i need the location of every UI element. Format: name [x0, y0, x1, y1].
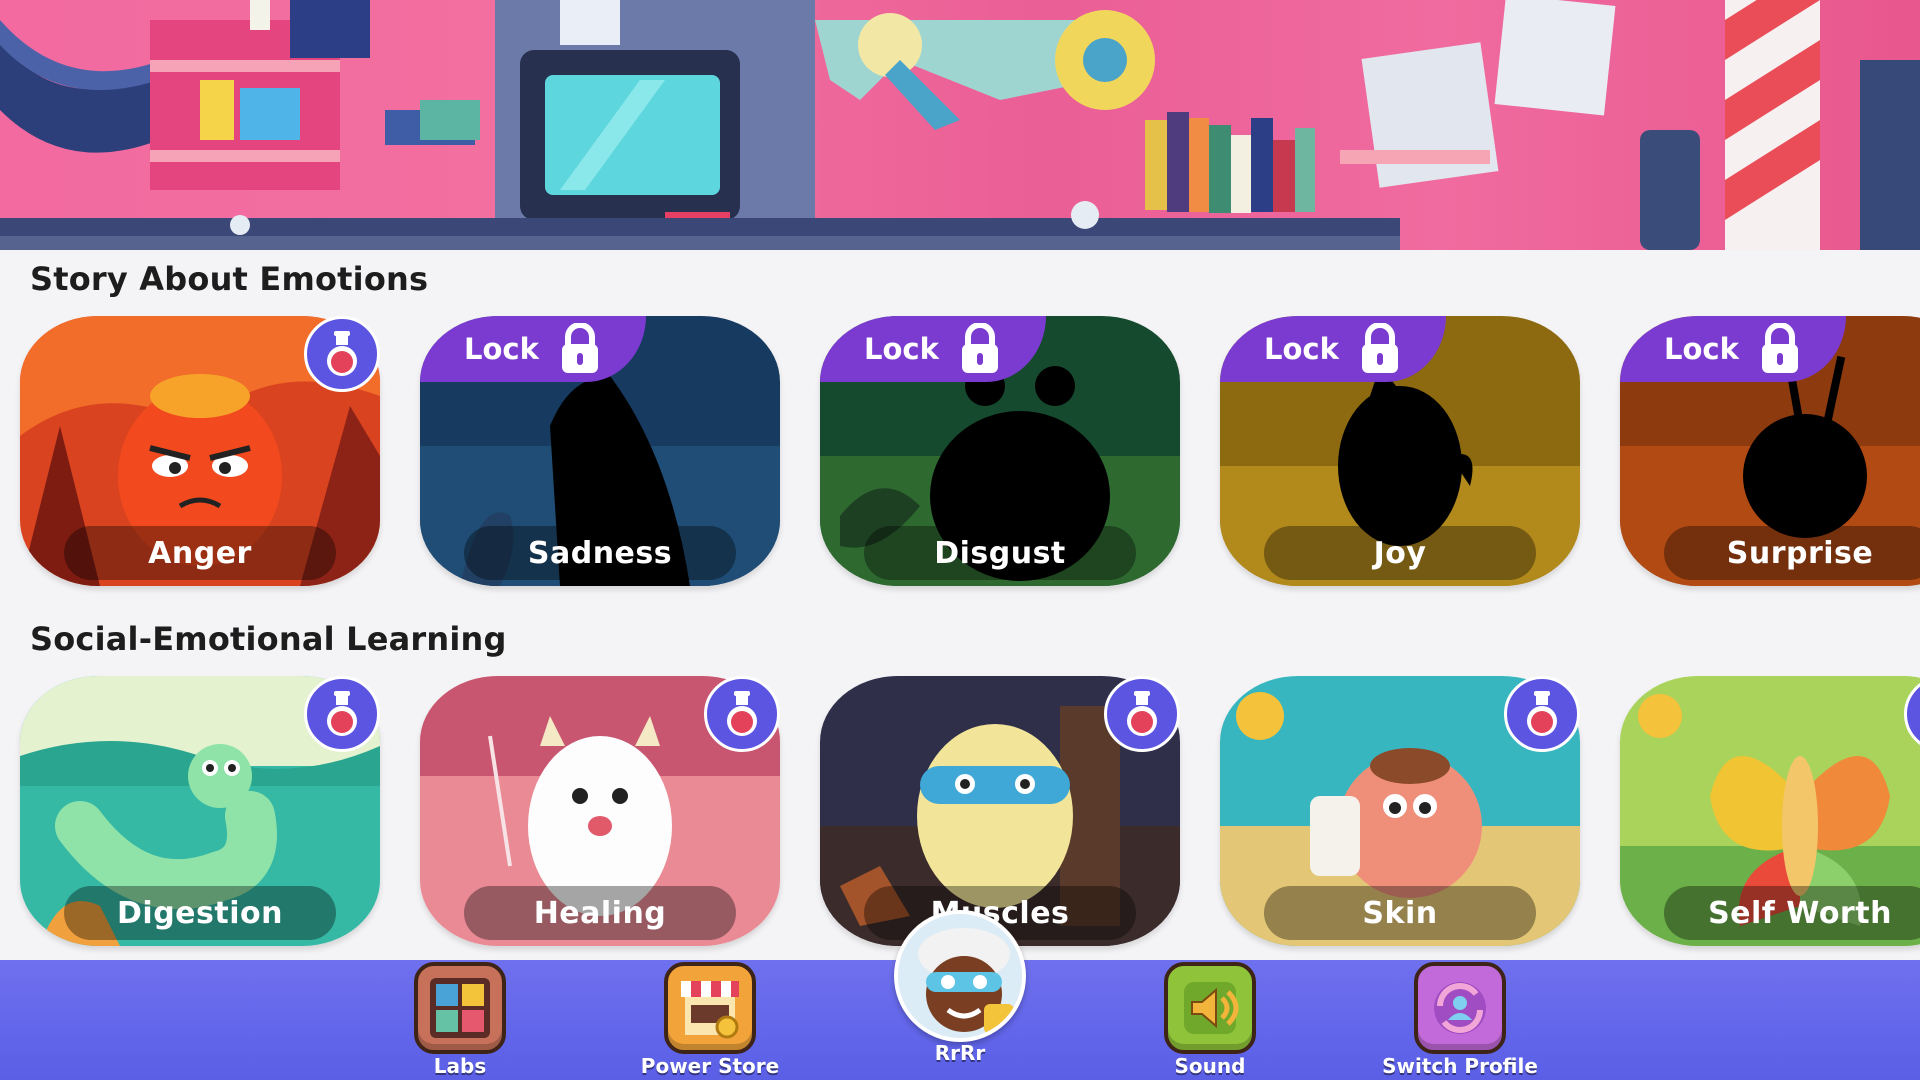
lock-tab: Lock	[420, 316, 646, 382]
labs-icon	[414, 962, 506, 1054]
lock-tab: Lock	[820, 316, 1046, 382]
section-title-emotions: Story About Emotions	[30, 260, 429, 298]
story-card-joy[interactable]: Lock Joy	[1220, 316, 1580, 586]
card-label: Anger	[64, 526, 336, 580]
potion-badge[interactable]	[1504, 676, 1580, 752]
lock-label: Lock	[1264, 332, 1339, 366]
section-title-sel: Social-Emotional Learning	[30, 620, 507, 658]
card-label: Healing	[464, 886, 736, 940]
potion-badge[interactable]	[304, 676, 380, 752]
padlock-icon	[961, 323, 998, 373]
profile-name: RrRr	[934, 1041, 986, 1065]
store-icon	[664, 962, 756, 1054]
nav-label: Labs	[433, 1054, 487, 1078]
padlock-icon	[1361, 323, 1398, 373]
nav-label: Sound	[1174, 1054, 1246, 1078]
card-label: Surprise	[1664, 526, 1920, 580]
potion-badge[interactable]	[704, 676, 780, 752]
nav-label: Power Store	[640, 1054, 780, 1078]
padlock-icon	[561, 323, 598, 373]
lock-label: Lock	[1664, 332, 1739, 366]
padlock-icon	[1761, 323, 1798, 373]
lock-label: Lock	[464, 332, 539, 366]
card-label: Sadness	[464, 526, 736, 580]
speaker-icon	[1164, 962, 1256, 1054]
nav-power-store-button[interactable]: Power Store	[625, 962, 795, 1080]
lock-tab: Lock	[1220, 316, 1446, 382]
card-label: Skin	[1264, 886, 1536, 940]
nav-labs-button[interactable]: Labs	[375, 962, 545, 1080]
potion-icon	[1127, 691, 1157, 736]
nav-switch-profile-button[interactable]: Switch Profile	[1375, 962, 1545, 1080]
potion-icon	[327, 691, 357, 736]
card-label: Self Worth	[1664, 886, 1920, 940]
emotions-row: Anger Lock Sadness Lock Disgust Lock Joy…	[0, 316, 1920, 596]
potion-icon	[727, 691, 757, 736]
nav-sound-button[interactable]: Sound	[1125, 962, 1295, 1080]
potion-icon	[1527, 691, 1557, 736]
card-label: Digestion	[64, 886, 336, 940]
potion-icon	[327, 331, 357, 376]
story-card-disgust[interactable]: Lock Disgust	[820, 316, 1180, 586]
lock-label: Lock	[864, 332, 939, 366]
potion-badge[interactable]	[1104, 676, 1180, 752]
switch-profile-icon	[1414, 962, 1506, 1054]
potion-badge[interactable]	[304, 316, 380, 392]
nav-label: Switch Profile	[1382, 1054, 1538, 1078]
story-card-surprise[interactable]: Lock Surprise	[1620, 316, 1920, 586]
lesson-card-self-worth[interactable]: Self Worth	[1620, 676, 1920, 946]
profile-avatar[interactable]	[894, 910, 1026, 1042]
story-card-sadness[interactable]: Lock Sadness	[420, 316, 780, 586]
lock-tab: Lock	[1620, 316, 1846, 382]
card-label: Joy	[1264, 526, 1536, 580]
header-banner-illustration	[0, 0, 1920, 250]
card-label: Disgust	[864, 526, 1136, 580]
